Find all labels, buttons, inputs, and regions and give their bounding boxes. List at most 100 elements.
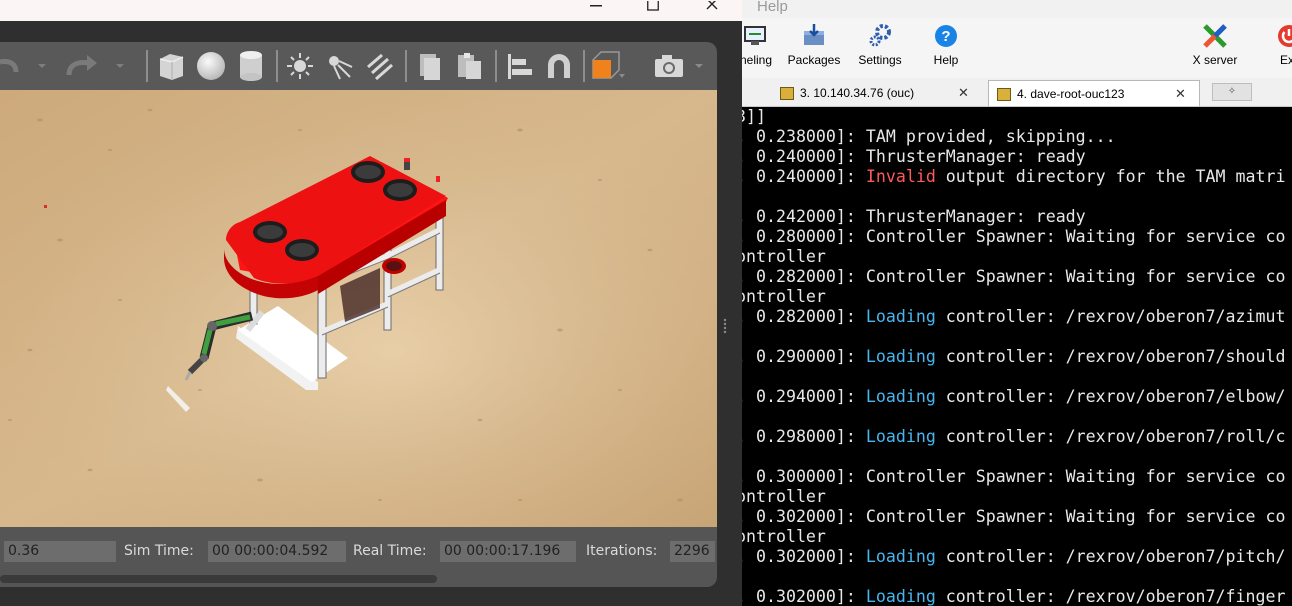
- align-button[interactable]: [503, 48, 535, 84]
- iterations-label: Iterations:: [586, 543, 658, 559]
- undo-button[interactable]: [0, 48, 22, 84]
- x-server-icon: [1203, 24, 1227, 48]
- scene-render: [0, 90, 717, 527]
- align-icon: [508, 54, 532, 79]
- terminal-text: ontroller: [742, 527, 826, 546]
- help-label: Help: [933, 53, 959, 67]
- terminal-line: , 0.242000]: ThrusterManager: ready: [742, 207, 1086, 227]
- gazebo-toolbar: [0, 42, 717, 90]
- undo-icon: [0, 59, 19, 73]
- terminal-text: , 0.238000]: TAM provided, skipping...: [742, 127, 1116, 146]
- horizontal-scrollbar[interactable]: [0, 575, 437, 583]
- terminal-line: , 0.290000]: Loading controller: /rexrov…: [742, 347, 1285, 367]
- mobaxterm-window: Help neling Packages Settings ? Help X s…: [742, 0, 1292, 606]
- terminal-text: , 0.300000]: Controller Spawner: Waiting…: [742, 467, 1286, 486]
- paste-icon: [458, 53, 481, 79]
- terminal-line: , 0.282000]: Loading controller: /rexrov…: [742, 307, 1285, 327]
- color-box-button[interactable]: [589, 48, 629, 84]
- terminal-line: , 0.240000]: Invalid output directory fo…: [742, 167, 1285, 187]
- tunneling-button[interactable]: neling: [742, 18, 776, 78]
- terminal-text: , 0.302000]: Controller Spawner: Waiting…: [742, 507, 1286, 526]
- terminal-loading-keyword: Loading: [865, 587, 936, 606]
- point-light-button[interactable]: [283, 48, 317, 84]
- sim-time-label: Sim Time:: [124, 543, 194, 559]
- terminal-line: , 0.298000]: Loading controller: /rexrov…: [742, 427, 1285, 447]
- terminal-text: ontroller: [742, 287, 826, 306]
- terminal-line: , 0.240000]: ThrusterManager: ready: [742, 147, 1086, 167]
- terminal-text: output directory for the TAM matri: [935, 167, 1286, 186]
- undo-dropdown[interactable]: [34, 48, 50, 84]
- ssh-session-icon: [997, 88, 1011, 102]
- cylinder-shape-icon: [240, 51, 262, 81]
- terminal-output[interactable]: 3]], 0.238000]: TAM provided, skipping..…: [742, 107, 1292, 606]
- new-tab-button[interactable]: ✧: [1212, 83, 1252, 101]
- terminal-loading-keyword: Loading: [865, 307, 936, 326]
- color-box-icon: [592, 51, 625, 79]
- magnet-snap-button[interactable]: [542, 48, 576, 84]
- x-server-button[interactable]: X server: [1188, 18, 1242, 78]
- terminal-text: , 0.302000]:: [742, 547, 866, 566]
- splitter-handle[interactable]: [722, 318, 728, 336]
- tab-close-icon[interactable]: ✕: [958, 80, 969, 106]
- tab-label: 4. dave-root-ouc123: [1017, 87, 1125, 101]
- settings-button[interactable]: Settings: [853, 18, 907, 78]
- tab-session-4[interactable]: 4. dave-root-ouc123 ✕: [988, 80, 1200, 106]
- sphere-shape-icon: [197, 52, 225, 80]
- terminal-text: , 0.290000]:: [742, 347, 866, 366]
- terminal-text: controller: /rexrov/oberon7/azimut: [935, 307, 1286, 326]
- gazebo-window: 0.36 Sim Time: 00 00:00:04.592 Real Time…: [0, 0, 742, 606]
- terminal-text: , 0.294000]:: [742, 387, 866, 406]
- terminal-text: , 0.242000]: ThrusterManager: ready: [742, 207, 1086, 226]
- tab-session-3[interactable]: 3. 10.140.34.76 (ouc) ✕: [774, 80, 982, 106]
- toolbar-separator: [583, 50, 585, 82]
- directional-light-button[interactable]: [362, 48, 396, 84]
- copy-icon: [420, 54, 440, 80]
- packages-icon: [804, 24, 824, 45]
- real-time-label: Real Time:: [353, 543, 427, 559]
- menu-help[interactable]: Help: [757, 0, 788, 15]
- paste-button[interactable]: [452, 48, 486, 84]
- box-shape-icon: [159, 54, 184, 80]
- toolbar-separator: [495, 50, 497, 82]
- toolbar-more[interactable]: [692, 48, 706, 84]
- minimize-button[interactable]: [576, 0, 616, 12]
- tab-close-icon[interactable]: ✕: [1175, 81, 1186, 107]
- terminal-text: , 0.282000]: Controller Spawner: Waiting…: [742, 267, 1286, 286]
- session-tabs: 3. 10.140.34.76 (ouc) ✕ 4. dave-root-ouc…: [742, 78, 1292, 107]
- cylinder-shape-button[interactable]: [234, 48, 268, 84]
- packages-button[interactable]: Packages: [785, 18, 843, 78]
- toolbar-separator: [405, 50, 407, 82]
- box-shape-button[interactable]: [154, 48, 188, 84]
- redo-dropdown-icon: [116, 64, 124, 68]
- copy-button[interactable]: [414, 48, 444, 84]
- maximize-button[interactable]: [633, 0, 673, 12]
- close-icon: [706, 1, 718, 10]
- terminal-text: controller: /rexrov/oberon7/elbow/: [935, 387, 1286, 406]
- terminal-text: controller: /rexrov/oberon7/pitch/: [935, 547, 1286, 566]
- svg-text:?: ?: [941, 28, 950, 45]
- screenshot-button[interactable]: [650, 48, 690, 84]
- exit-button[interactable]: Exi: [1274, 18, 1292, 78]
- toolbar-separator: [276, 50, 278, 82]
- settings-icon: [869, 24, 891, 47]
- help-button[interactable]: ? Help: [925, 18, 967, 78]
- tab-label: 3. 10.140.34.76 (ouc): [800, 86, 915, 100]
- terminal-line: , 0.302000]: Loading controller: /rexrov…: [742, 587, 1285, 606]
- ribbon-toolbar: neling Packages Settings ? Help X server…: [742, 18, 1292, 78]
- magnet-snap-icon: [548, 54, 570, 78]
- redo-dropdown[interactable]: [112, 48, 128, 84]
- spot-light-button[interactable]: [322, 48, 356, 84]
- close-button[interactable]: [692, 0, 732, 12]
- terminal-error-keyword: Invalid: [865, 167, 936, 186]
- terminal-line: , 0.300000]: Controller Spawner: Waiting…: [742, 467, 1285, 487]
- tunneling-icon: [744, 26, 766, 45]
- terminal-line: , 0.280000]: Controller Spawner: Waiting…: [742, 227, 1285, 247]
- terminal-line: ontroller: [742, 527, 826, 547]
- 3d-viewport[interactable]: [0, 90, 717, 527]
- sphere-shape-button[interactable]: [194, 48, 228, 84]
- settings-label: Settings: [858, 53, 902, 67]
- toolbar-more-icon: [695, 64, 703, 68]
- redo-button[interactable]: [64, 48, 100, 84]
- toolbar-separator: [146, 50, 148, 82]
- directional-light-icon: [367, 53, 393, 81]
